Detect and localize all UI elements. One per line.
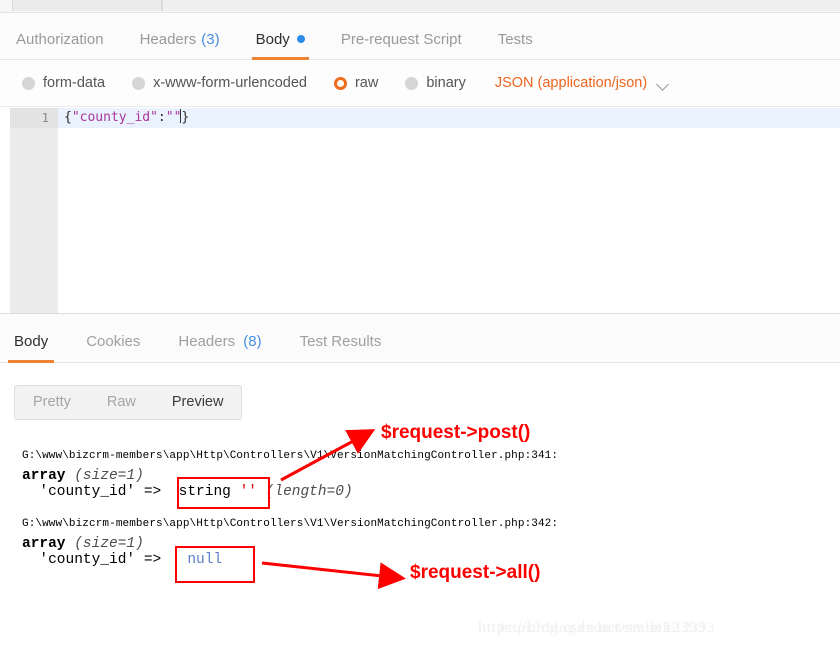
- request-tabs: Authorization Headers (3) Body Pre-reque…: [0, 13, 840, 60]
- radio-binary-icon: [405, 76, 419, 90]
- window-tab-strip: [0, 0, 840, 13]
- tab-body-label: Body: [255, 31, 290, 48]
- response-tab-body-label: Body: [14, 333, 49, 350]
- body-type-options: form-data x-www-form-urlencoded raw bina…: [0, 60, 840, 107]
- response-view-toggle: Pretty Raw Preview: [14, 385, 243, 420]
- radio-x-www-form-urlencoded[interactable]: x-www-form-urlencoded: [132, 75, 307, 91]
- view-button-preview[interactable]: Preview: [154, 387, 242, 418]
- dump-array-label-2: array: [22, 536, 66, 552]
- tab-authorization[interactable]: Authorization: [16, 31, 104, 59]
- response-tab-cookies[interactable]: Cookies: [86, 333, 140, 362]
- editor-gutter: 1: [10, 108, 58, 313]
- tab-pre-request-script[interactable]: Pre-request Script: [341, 31, 462, 59]
- tab-tests-label: Tests: [497, 31, 533, 48]
- dump-array-label-1: array: [22, 468, 66, 484]
- view-button-raw[interactable]: Raw: [89, 387, 154, 418]
- response-tab-test-results[interactable]: Test Results: [300, 333, 382, 362]
- code-brace-open: {: [64, 110, 72, 125]
- chevron-down-icon: [658, 80, 669, 87]
- code-brace-close: }: [181, 110, 190, 125]
- response-tab-headers-label: Headers: [178, 333, 236, 350]
- code-colon: :: [157, 110, 166, 125]
- content-type-value: JSON (application/json): [494, 75, 648, 91]
- tab-headers[interactable]: Headers (3): [140, 31, 220, 59]
- content-type-dropdown[interactable]: JSON (application/json): [495, 75, 669, 91]
- watermark-line-2: https://blog.csdn.net/smile12393: [500, 620, 716, 636]
- view-button-pretty[interactable]: Pretty: [15, 387, 89, 418]
- radio-form-data[interactable]: form-data: [22, 75, 105, 91]
- dump-key-2: 'county_id': [39, 552, 136, 568]
- dump-value-quotes-1: '': [239, 484, 257, 500]
- response-tab-body[interactable]: Body: [7, 333, 55, 363]
- dump-array-header-1: array (size=1): [22, 468, 144, 484]
- dump-value-type-1: string: [178, 484, 231, 500]
- radio-binary[interactable]: binary: [405, 75, 466, 91]
- radio-x-www-form-urlencoded-label: x-www-form-urlencoded: [153, 75, 307, 91]
- body-modified-dot-icon: [296, 35, 305, 43]
- browser-tab-chip-1[interactable]: [12, 0, 162, 11]
- watermark: https://blog.csdn.net/smile12393 https:/…: [478, 619, 714, 637]
- dump-array-header-2: array (size=1): [22, 536, 144, 552]
- dump-array-size-1: [66, 468, 75, 484]
- tab-pre-request-script-label: Pre-request Script: [340, 31, 462, 48]
- response-tab-cookies-label: Cookies: [86, 333, 141, 350]
- dump-row-2: 'county_id' => null: [22, 552, 222, 568]
- raw-body-editor[interactable]: 1 {"county_id":""}: [0, 108, 840, 314]
- editor-line-number: 1: [10, 108, 58, 128]
- tab-headers-label: Headers: [139, 31, 197, 48]
- dump-arrow-1: =>: [143, 484, 162, 500]
- response-tab-test-results-label: Test Results: [299, 333, 382, 350]
- radio-form-data-icon: [22, 76, 35, 90]
- response-tab-headers[interactable]: Headers (8): [178, 333, 261, 362]
- response-tabs: Body Cookies Headers (8) Test Results: [0, 314, 840, 363]
- radio-raw-icon: [333, 76, 347, 90]
- code-value: "": [165, 110, 182, 125]
- dump-key-1: 'county_id': [39, 484, 136, 500]
- dump-array-size-2: (size=1): [74, 536, 144, 552]
- dump-arrow-2: =>: [143, 552, 162, 568]
- dump-value-null-2: null: [187, 552, 223, 568]
- tab-authorization-label: Authorization: [16, 31, 104, 48]
- annotation-post-label: $request->post(): [381, 422, 531, 443]
- dump-length-1: (length=0): [265, 484, 353, 500]
- radio-raw[interactable]: raw: [333, 75, 379, 91]
- dump-file-path-1: G:\www\bizcrm-members\app\Http\Controlle…: [22, 450, 559, 462]
- radio-raw-label: raw: [354, 75, 379, 91]
- dump-row-1: 'county_id' => string '' (length=0): [22, 484, 353, 500]
- radio-binary-label: binary: [426, 75, 466, 91]
- tab-headers-count: (3): [201, 31, 220, 48]
- code-key: "county_id": [71, 110, 158, 125]
- radio-form-data-label: form-data: [43, 75, 106, 91]
- response-tab-headers-count: (8): [243, 333, 262, 350]
- editor-code-line[interactable]: {"county_id":""}: [58, 108, 840, 128]
- annotation-all-label: $request->all(): [410, 562, 541, 583]
- dump-file-path-2: G:\www\bizcrm-members\app\Http\Controlle…: [22, 518, 559, 530]
- tab-body[interactable]: Body: [251, 31, 310, 60]
- browser-tab-chip-2[interactable]: [162, 0, 840, 11]
- radio-x-www-form-urlencoded-icon: [132, 76, 146, 90]
- tab-tests[interactable]: Tests: [498, 31, 533, 59]
